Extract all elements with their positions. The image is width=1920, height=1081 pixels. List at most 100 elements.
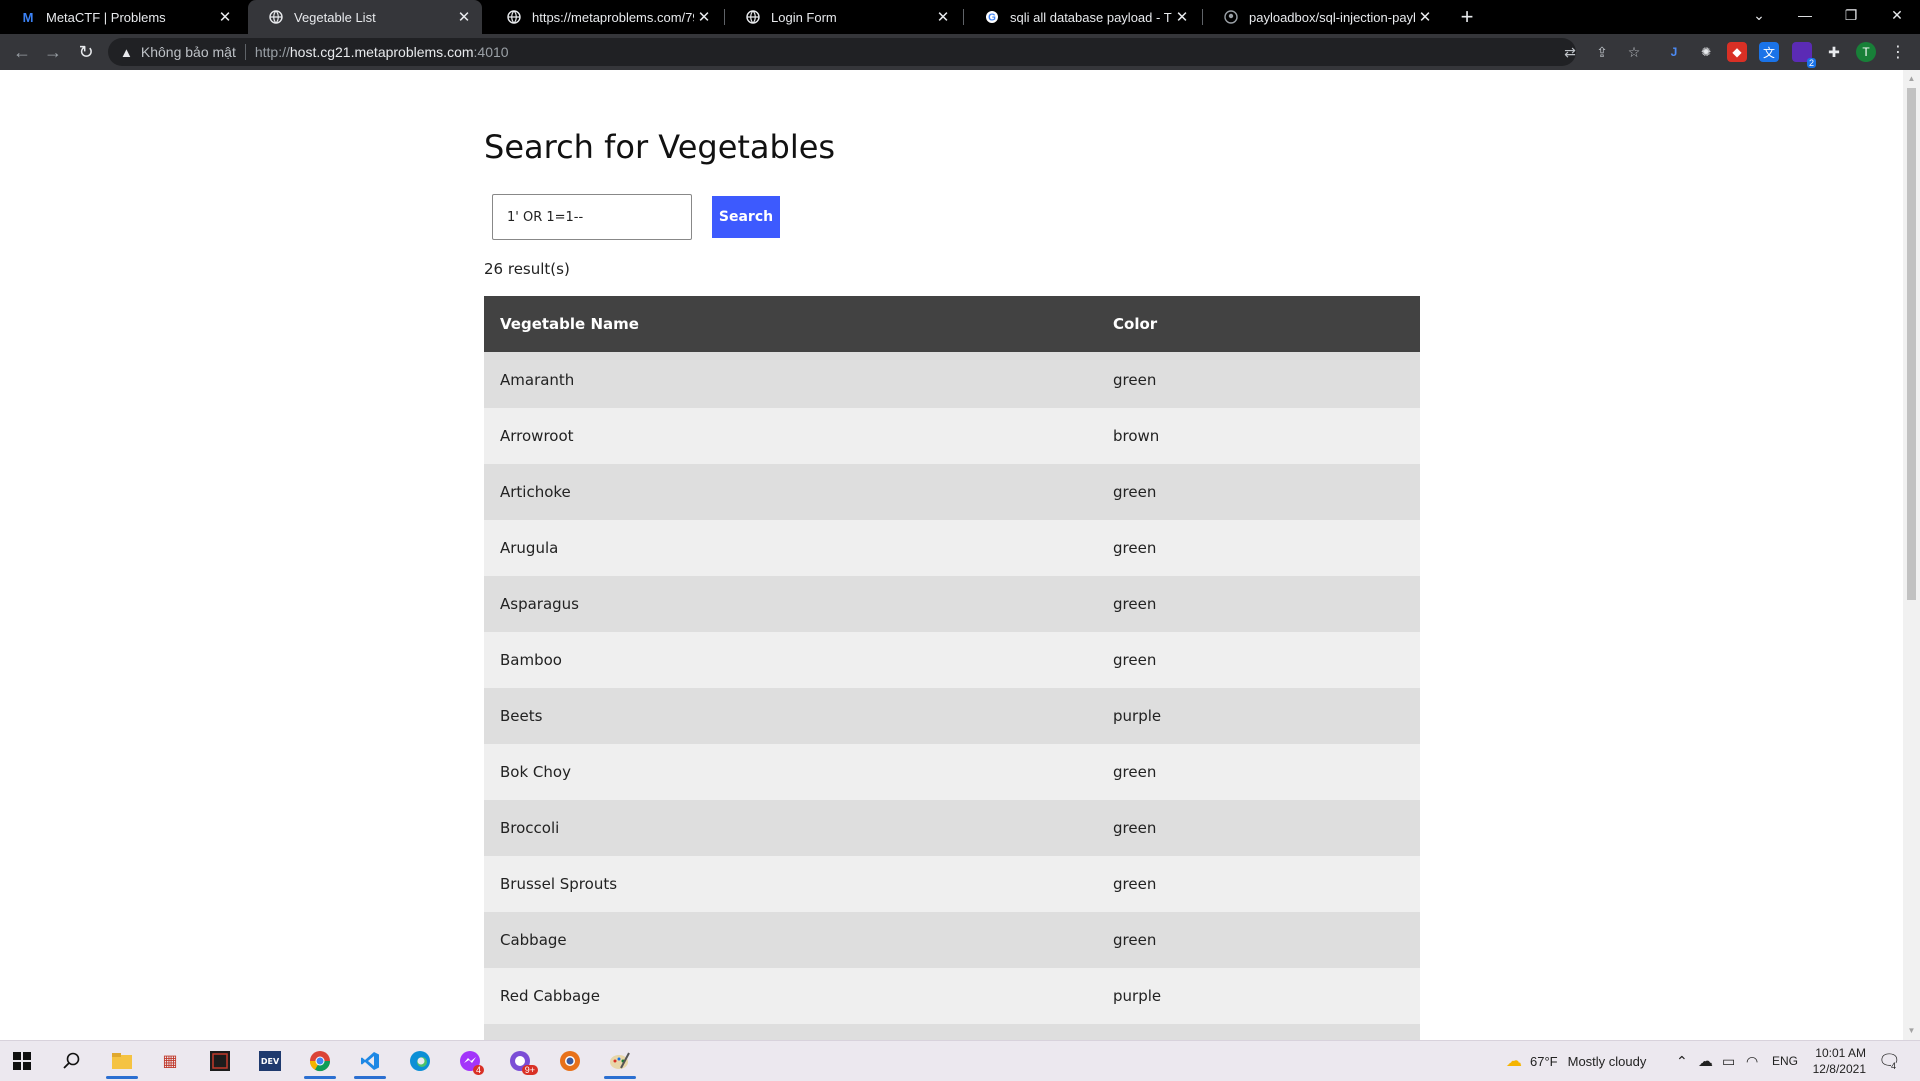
vegetable-name-cell: Bok Choy xyxy=(484,744,1097,800)
table-row: Red Cabbage purple xyxy=(484,968,1420,1024)
tab-title: MetaCTF | Problems xyxy=(46,9,166,25)
reload-icon[interactable]: ↻ xyxy=(74,40,98,64)
url-scheme: http:// xyxy=(254,44,290,60)
vegetable-color-cell: green xyxy=(1097,576,1420,632)
tab-github-payloadbox[interactable]: payloadbox/sql-injection-payloa ✕ xyxy=(1203,0,1443,34)
close-icon[interactable]: ✕ xyxy=(694,8,714,26)
edge-icon[interactable] xyxy=(400,1045,440,1077)
minimize-button[interactable]: — xyxy=(1782,0,1828,30)
search-icon[interactable] xyxy=(52,1045,92,1077)
close-icon[interactable]: ✕ xyxy=(1415,8,1435,26)
tab-strip: M MetaCTF | Problems ✕ Vegetable List ✕ … xyxy=(0,0,1920,34)
globe-icon xyxy=(268,9,284,25)
chrome-icon[interactable] xyxy=(300,1045,340,1079)
chrome-alt-icon[interactable] xyxy=(550,1045,590,1077)
vegetable-name-cell: Bamboo xyxy=(484,632,1097,688)
back-arrow-icon[interactable]: ← xyxy=(10,40,34,64)
file-explorer-icon[interactable] xyxy=(102,1045,142,1079)
warning-icon[interactable]: ▲ xyxy=(120,45,133,60)
tab-title: payloadbox/sql-injection-payloa xyxy=(1249,9,1415,25)
table-row: Artichoke green xyxy=(484,464,1420,520)
restore-button[interactable]: ❐ xyxy=(1828,0,1874,30)
new-tab-button[interactable]: + xyxy=(1454,4,1480,30)
extension-gear-icon[interactable]: ✺ xyxy=(1696,42,1716,62)
github-icon xyxy=(1223,9,1239,25)
network-display-icon[interactable]: ▭ xyxy=(1722,1041,1735,1081)
notification-center-icon[interactable]: 🗨 4 xyxy=(1878,1041,1901,1081)
address-divider xyxy=(244,44,246,60)
close-icon[interactable]: ✕ xyxy=(454,8,474,26)
address-bar[interactable]: ▲ Không bảo mật http:// host.cg21.metapr… xyxy=(108,38,1640,66)
tab-vegetable-list[interactable]: Vegetable List ✕ xyxy=(248,0,482,34)
chat-badge: 9+ xyxy=(521,1065,538,1075)
weather-widget[interactable]: ☁ 67°F Mostly cloudy xyxy=(1506,1041,1646,1081)
table-row: Cabbage green xyxy=(484,912,1420,968)
profile-avatar[interactable]: T xyxy=(1856,42,1876,62)
vegetable-name-cell: Brussel Sprouts xyxy=(484,856,1097,912)
share-icon[interactable]: ⇪ xyxy=(1590,38,1614,66)
weather-temp: 67°F xyxy=(1530,1053,1558,1069)
menu-kebab-icon[interactable]: ⋮ xyxy=(1888,42,1908,62)
close-icon[interactable]: ✕ xyxy=(933,8,953,26)
extension-red-icon[interactable]: ◆ xyxy=(1727,42,1747,62)
tray-chevron-icon[interactable]: ⌃ xyxy=(1676,1041,1688,1081)
search-input[interactable] xyxy=(492,194,692,240)
close-window-button[interactable]: ✕ xyxy=(1874,0,1920,30)
windows-start-icon[interactable] xyxy=(2,1045,42,1077)
scroll-up-arrow-icon[interactable]: ▲ xyxy=(1907,74,1916,84)
onedrive-cloud-icon[interactable]: ☁ xyxy=(1698,1041,1713,1081)
tab-login-form[interactable]: Login Form ✕ xyxy=(725,0,961,34)
chat-app-icon[interactable]: 9+ xyxy=(500,1045,540,1077)
wifi-icon[interactable]: ◠ xyxy=(1746,1041,1758,1081)
close-icon[interactable]: ✕ xyxy=(1172,8,1192,26)
vegetable-name-cell: Arugula xyxy=(484,520,1097,576)
table-row: Bok Choy green xyxy=(484,744,1420,800)
messenger-icon[interactable]: 4 xyxy=(450,1045,490,1077)
vscode-icon[interactable] xyxy=(350,1045,390,1079)
tab-google-search[interactable]: G sqli all database payload - Tìm tr ✕ xyxy=(964,0,1200,34)
vegetable-color-cell: green xyxy=(1097,800,1420,856)
url-port: :4010 xyxy=(473,44,509,60)
vegetable-color-cell xyxy=(1097,1024,1420,1040)
google-icon: G xyxy=(984,9,1000,25)
terminal-app-icon[interactable] xyxy=(200,1045,240,1077)
scrollbar-thumb[interactable] xyxy=(1907,88,1916,600)
vegetable-color-cell: brown xyxy=(1097,408,1420,464)
tab-title: https://metaproblems.com/79b3 xyxy=(532,9,694,25)
globe-icon xyxy=(506,9,522,25)
extension-j-icon[interactable]: J xyxy=(1664,42,1684,62)
active-indicator xyxy=(604,1076,636,1079)
language-indicator[interactable]: ENG xyxy=(1772,1041,1798,1081)
vegetable-name-cell: Asparagus xyxy=(484,576,1097,632)
tab-search-icon[interactable]: ⌄ xyxy=(1736,0,1782,30)
vegetable-color-cell: green xyxy=(1097,352,1420,408)
vegetable-color-cell: green xyxy=(1097,856,1420,912)
security-label[interactable]: Không bảo mật xyxy=(141,44,236,60)
table-row xyxy=(484,1024,1420,1040)
paint-icon[interactable] xyxy=(600,1045,640,1079)
forward-arrow-icon[interactable]: → xyxy=(41,40,65,64)
vegetable-name-cell: Artichoke xyxy=(484,464,1097,520)
system-clock[interactable]: 10:01 AM 12/8/2021 xyxy=(1813,1045,1866,1077)
scrollbar[interactable]: ▲ ▼ xyxy=(1903,70,1920,1040)
scroll-down-arrow-icon[interactable]: ▼ xyxy=(1907,1026,1916,1036)
metactf-icon: M xyxy=(22,9,34,25)
column-header-name: Vegetable Name xyxy=(484,296,1097,352)
close-icon[interactable]: ✕ xyxy=(215,8,235,26)
tab-metaproblems[interactable]: https://metaproblems.com/79b3 ✕ xyxy=(486,0,722,34)
translate-icon[interactable]: ⇄ xyxy=(1558,38,1582,66)
devcpp-icon[interactable]: DEV xyxy=(250,1045,290,1077)
url-host: host.cg21.metaproblems.com xyxy=(289,44,474,60)
page-viewport: Search for Vegetables Search 26 result(s… xyxy=(0,70,1920,1040)
app-red-icon[interactable]: ▦ xyxy=(150,1045,190,1077)
extension-translate-icon[interactable]: 文 xyxy=(1759,42,1779,62)
extensions-puzzle-icon[interactable]: ✚ xyxy=(1824,42,1844,62)
clock-time: 10:01 AM xyxy=(1815,1046,1866,1060)
tab-metactf[interactable]: M MetaCTF | Problems ✕ xyxy=(0,0,243,34)
vegetable-color-cell: green xyxy=(1097,744,1420,800)
search-button[interactable]: Search xyxy=(712,196,780,238)
tab-title: Vegetable List xyxy=(294,9,376,25)
extension-badge-icon[interactable]: 2 xyxy=(1792,42,1816,68)
bookmark-star-icon[interactable]: ☆ xyxy=(1622,38,1646,66)
weather-cloud-icon: ☁ xyxy=(1506,1053,1522,1070)
